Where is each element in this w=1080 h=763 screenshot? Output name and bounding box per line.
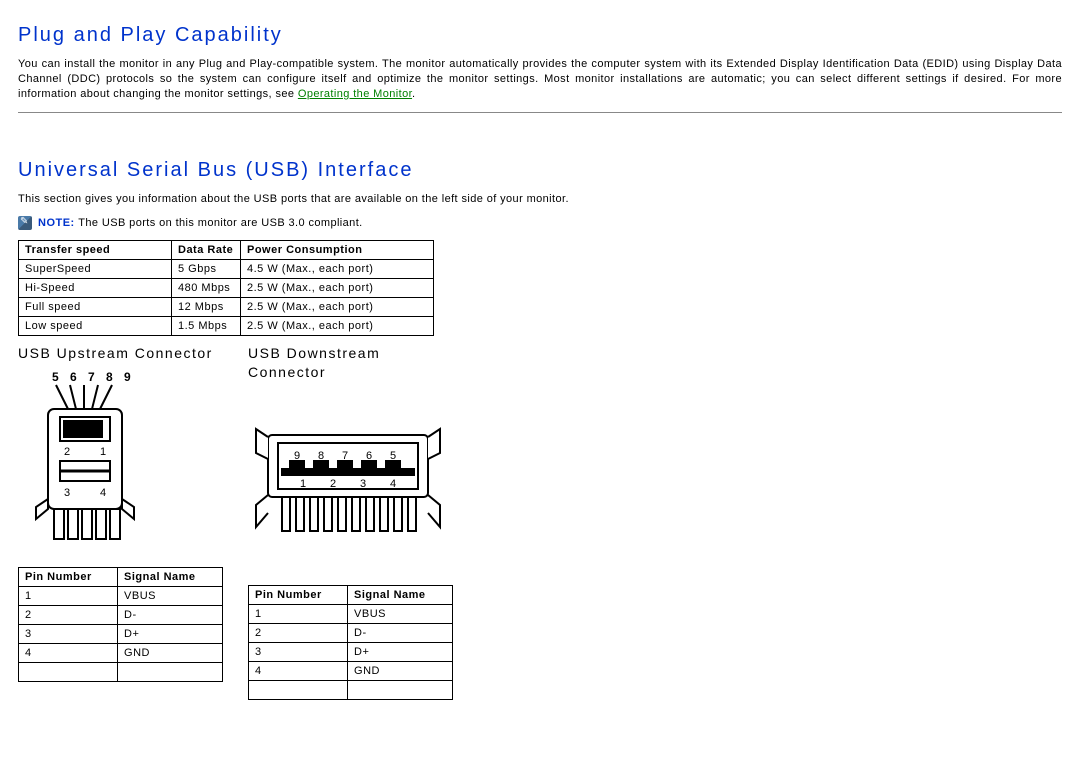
table-row: [19, 662, 223, 681]
cell: 2.5 W (Max., each port): [241, 298, 434, 317]
cell: GND: [348, 661, 453, 680]
th-pin-number: Pin Number: [249, 585, 348, 604]
cell: 4: [19, 643, 118, 662]
paragraph-text-post: .: [412, 88, 415, 100]
cell: 2.5 W (Max., each port): [241, 279, 434, 298]
svg-text:2: 2: [330, 478, 337, 490]
usb-downstream-pin-table: Pin Number Signal Name 1VBUS 2D- 3D+ 4GN…: [248, 585, 453, 700]
note-text: The USB ports on this monitor are USB 3.…: [78, 217, 362, 229]
cell: 3: [249, 642, 348, 661]
diagram-top-labels: 5 6 7 8 9: [52, 370, 135, 384]
cell: [249, 680, 348, 699]
table-row: 1VBUS: [249, 604, 453, 623]
usb-downstream-connector-icon: 9 8 7 6 5 1 2 3 4: [248, 387, 458, 577]
cell: [118, 662, 223, 681]
cell: 1: [249, 604, 348, 623]
th-pin-number: Pin Number: [19, 567, 118, 586]
th-signal-name: Signal Name: [118, 567, 223, 586]
cell: D+: [348, 642, 453, 661]
paragraph-text-pre: You can install the monitor in any Plug …: [18, 58, 1062, 100]
table-header-row: Transfer speed Data Rate Power Consumpti…: [19, 241, 434, 260]
svg-text:2: 2: [64, 446, 71, 458]
cell: 3: [19, 624, 118, 643]
table-row: [249, 680, 453, 699]
usb-upstream-diagram: 5 6 7 8 9 2 1: [18, 369, 228, 559]
cell: D-: [348, 623, 453, 642]
operating-monitor-link[interactable]: Operating the Monitor: [298, 88, 412, 100]
cell: 1: [19, 586, 118, 605]
plug-and-play-paragraph: You can install the monitor in any Plug …: [18, 57, 1062, 102]
svg-text:4: 4: [100, 487, 107, 499]
note-label: NOTE:: [38, 217, 75, 229]
cell: VBUS: [348, 604, 453, 623]
usb-upstream-column: USB Upstream Connector 5 6 7 8 9: [18, 342, 228, 681]
table-row: Hi-Speed 480 Mbps 2.5 W (Max., each port…: [19, 279, 434, 298]
cell: 2.5 W (Max., each port): [241, 317, 434, 336]
table-row: 3D+: [19, 624, 223, 643]
table-row: Low speed 1.5 Mbps 2.5 W (Max., each por…: [19, 317, 434, 336]
cell: [348, 680, 453, 699]
table-row: SuperSpeed 5 Gbps 4.5 W (Max., each port…: [19, 260, 434, 279]
cell: 2: [19, 605, 118, 624]
cell: 2: [249, 623, 348, 642]
usb-speed-table: Transfer speed Data Rate Power Consumpti…: [18, 240, 434, 336]
th-power: Power Consumption: [241, 241, 434, 260]
usb-downstream-diagram: 9 8 7 6 5 1 2 3 4: [248, 387, 458, 577]
svg-text:1: 1: [300, 478, 307, 490]
th-transfer-speed: Transfer speed: [19, 241, 172, 260]
svg-text:3: 3: [360, 478, 367, 490]
table-row: 3D+: [249, 642, 453, 661]
th-signal-name: Signal Name: [348, 585, 453, 604]
cell: GND: [118, 643, 223, 662]
cell: Full speed: [19, 298, 172, 317]
svg-text:4: 4: [390, 478, 397, 490]
cell: D+: [118, 624, 223, 643]
plug-and-play-heading: Plug and Play Capability: [18, 24, 1062, 47]
usb-upstream-connector-icon: 5 6 7 8 9 2 1: [18, 369, 158, 559]
section-divider: [18, 112, 1062, 113]
note-icon: [18, 216, 32, 230]
cell: 4: [249, 661, 348, 680]
table-row: 2D-: [19, 605, 223, 624]
cell: Hi-Speed: [19, 279, 172, 298]
cell: D-: [118, 605, 223, 624]
table-row: Full speed 12 Mbps 2.5 W (Max., each por…: [19, 298, 434, 317]
th-data-rate: Data Rate: [172, 241, 241, 260]
usb-interface-heading: Universal Serial Bus (USB) Interface: [18, 159, 1062, 182]
cell: 1.5 Mbps: [172, 317, 241, 336]
usb-downstream-column: USB Downstream Connector 9 8 7 6 5: [248, 342, 458, 699]
cell: Low speed: [19, 317, 172, 336]
table-row: 1VBUS: [19, 586, 223, 605]
usb-upstream-pin-table: Pin Number Signal Name 1VBUS 2D- 3D+ 4GN…: [18, 567, 223, 682]
cell: 12 Mbps: [172, 298, 241, 317]
svg-text:1: 1: [100, 446, 107, 458]
table-header-row: Pin Number Signal Name: [19, 567, 223, 586]
cell: 480 Mbps: [172, 279, 241, 298]
usb-upstream-title: USB Upstream Connector: [18, 344, 228, 362]
cell: 5 Gbps: [172, 260, 241, 279]
table-header-row: Pin Number Signal Name: [249, 585, 453, 604]
table-row: 4GND: [249, 661, 453, 680]
cell: VBUS: [118, 586, 223, 605]
table-row: 2D-: [249, 623, 453, 642]
cell: SuperSpeed: [19, 260, 172, 279]
usb-intro-paragraph: This section gives you information about…: [18, 192, 1062, 207]
usb-downstream-title: USB Downstream Connector: [248, 344, 458, 380]
cell: 4.5 W (Max., each port): [241, 260, 434, 279]
table-row: 4GND: [19, 643, 223, 662]
note-row: NOTE: The USB ports on this monitor are …: [18, 216, 1062, 230]
cell: [19, 662, 118, 681]
svg-text:3: 3: [64, 487, 71, 499]
